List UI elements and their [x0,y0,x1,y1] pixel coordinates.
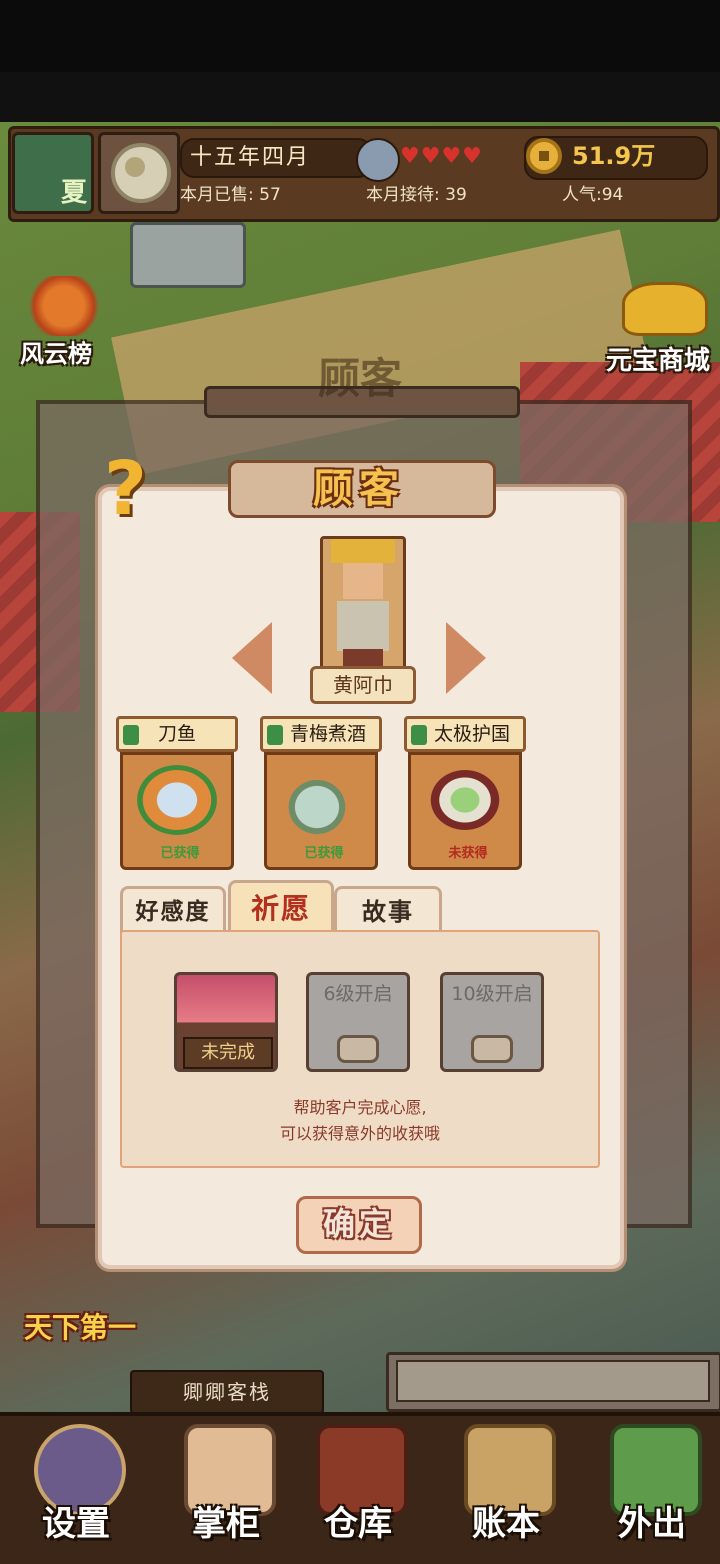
tab-story[interactable]: 故事 [334,886,442,935]
coin-icon [526,138,562,174]
help-icon[interactable]: ? [104,446,147,532]
notch-gap [0,72,720,122]
prev-customer-arrow-icon[interactable] [232,622,272,694]
system-top-bar [0,0,720,72]
wish-hint-line: 帮助客户完成心愿, [293,1098,427,1117]
dish-name: 太极护国 [433,723,510,745]
tab-favor[interactable]: 好感度 [120,886,226,935]
unlock-level-label: 10级开启 [451,983,533,1005]
nav-label: 仓库 [324,1504,392,1544]
gold-ingot-icon[interactable] [622,282,708,336]
wish-slot[interactable]: 未完成 [174,972,278,1072]
dish-card[interactable]: 刀鱼 已获得 [116,716,238,870]
dish-name: 刀鱼 [157,723,196,745]
nav-label: 外出 [618,1504,686,1544]
dish-card[interactable]: 太极护国 未获得 [404,716,526,870]
customer-name: 黄阿巾 [310,666,416,704]
date-label: 十五年四月 [180,138,372,178]
outer-dialog-title: 顾客 [317,354,402,403]
wish-hint-line: 可以获得意外的收获哦 [279,1124,440,1143]
hearts-meter: ♥♥♥♥ [400,144,483,169]
dish-status: 未获得 [448,846,488,861]
stone-table [130,222,246,288]
nav-ledger[interactable]: 账本 [446,1420,566,1546]
nav-label: 掌柜 [192,1504,260,1544]
season-label: 夏 [60,178,87,208]
nav-label: 账本 [472,1504,540,1544]
season-badge[interactable]: 夏 [12,132,94,214]
nav-settings[interactable]: 设置 [16,1420,136,1546]
wine-jar-icon [281,765,361,835]
champion-banner[interactable]: 天下第一 [24,1306,136,1346]
wish-slot-locked[interactable]: 6级开启 [306,972,410,1072]
wish-slot-status: 未完成 [183,1037,273,1069]
compass-icon[interactable] [98,132,180,214]
confirm-button[interactable]: 确定 [296,1196,422,1254]
dish-name: 青梅煮酒 [289,723,366,745]
monthly-sold: 本月已售: 57 [180,185,281,205]
dish-status: 已获得 [160,846,200,861]
ranking-icon[interactable] [24,276,104,336]
dish-status: 已获得 [304,846,344,861]
soup-bowl-icon [425,765,505,835]
unlock-level-label: 6级开启 [323,983,393,1005]
fish-dish-icon [137,765,217,835]
dialog-title: 顾客 [313,466,405,512]
nav-outing[interactable]: 外出 [592,1420,712,1546]
monthly-served: 本月接待: 39 [366,185,467,205]
popularity: 人气:94 [562,185,624,205]
wish-slot-locked[interactable]: 10级开启 [440,972,544,1072]
lock-icon [337,1035,379,1063]
tab-wish[interactable]: 祈愿 [228,880,334,935]
lock-icon [471,1035,513,1063]
message-box-inner[interactable] [396,1360,710,1402]
leaf-icon [411,725,427,745]
nav-shopkeeper[interactable]: 掌柜 [166,1420,286,1546]
customer-portrait [320,536,406,670]
leaf-icon [267,725,283,745]
next-customer-arrow-icon[interactable] [446,622,486,694]
nav-label: 设置 [42,1504,110,1544]
owner-avatar[interactable] [356,138,400,182]
nav-warehouse[interactable]: 仓库 [298,1420,418,1546]
dish-card[interactable]: 青梅煮酒 已获得 [260,716,382,870]
coin-value: 51.9万 [572,142,656,170]
leaf-icon [123,725,139,745]
inn-name-plate[interactable]: 卿卿客栈 [130,1370,324,1414]
